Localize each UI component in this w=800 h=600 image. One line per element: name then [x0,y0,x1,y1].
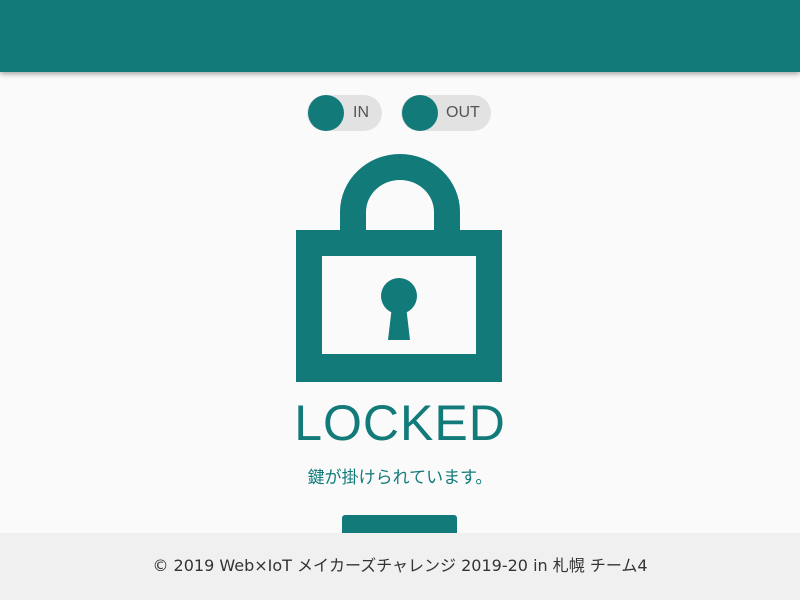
lock-status-text: LOCKED [294,395,506,451]
app-header-bar [0,0,800,72]
toggle-out[interactable]: OUT [401,95,491,131]
footer-copyright: © 2019 Web×IoT メイカーズチャレンジ 2019-20 in 札幌 … [152,556,648,575]
toggle-out-knob[interactable] [402,95,438,131]
footer: © 2019 Web×IoT メイカーズチャレンジ 2019-20 in 札幌 … [0,533,800,600]
toggle-out-label: OUT [446,104,480,121]
toggle-in-knob[interactable] [308,95,344,131]
app-root: IN OUT LOCKED 鍵が掛けられています。 © 2019 Web×IoT… [0,0,800,600]
padlock-locked-icon [296,154,504,384]
lock-status-message: 鍵が掛けられています。 [307,468,493,488]
toggle-in[interactable]: IN [307,95,382,131]
toggle-in-label: IN [353,104,369,121]
